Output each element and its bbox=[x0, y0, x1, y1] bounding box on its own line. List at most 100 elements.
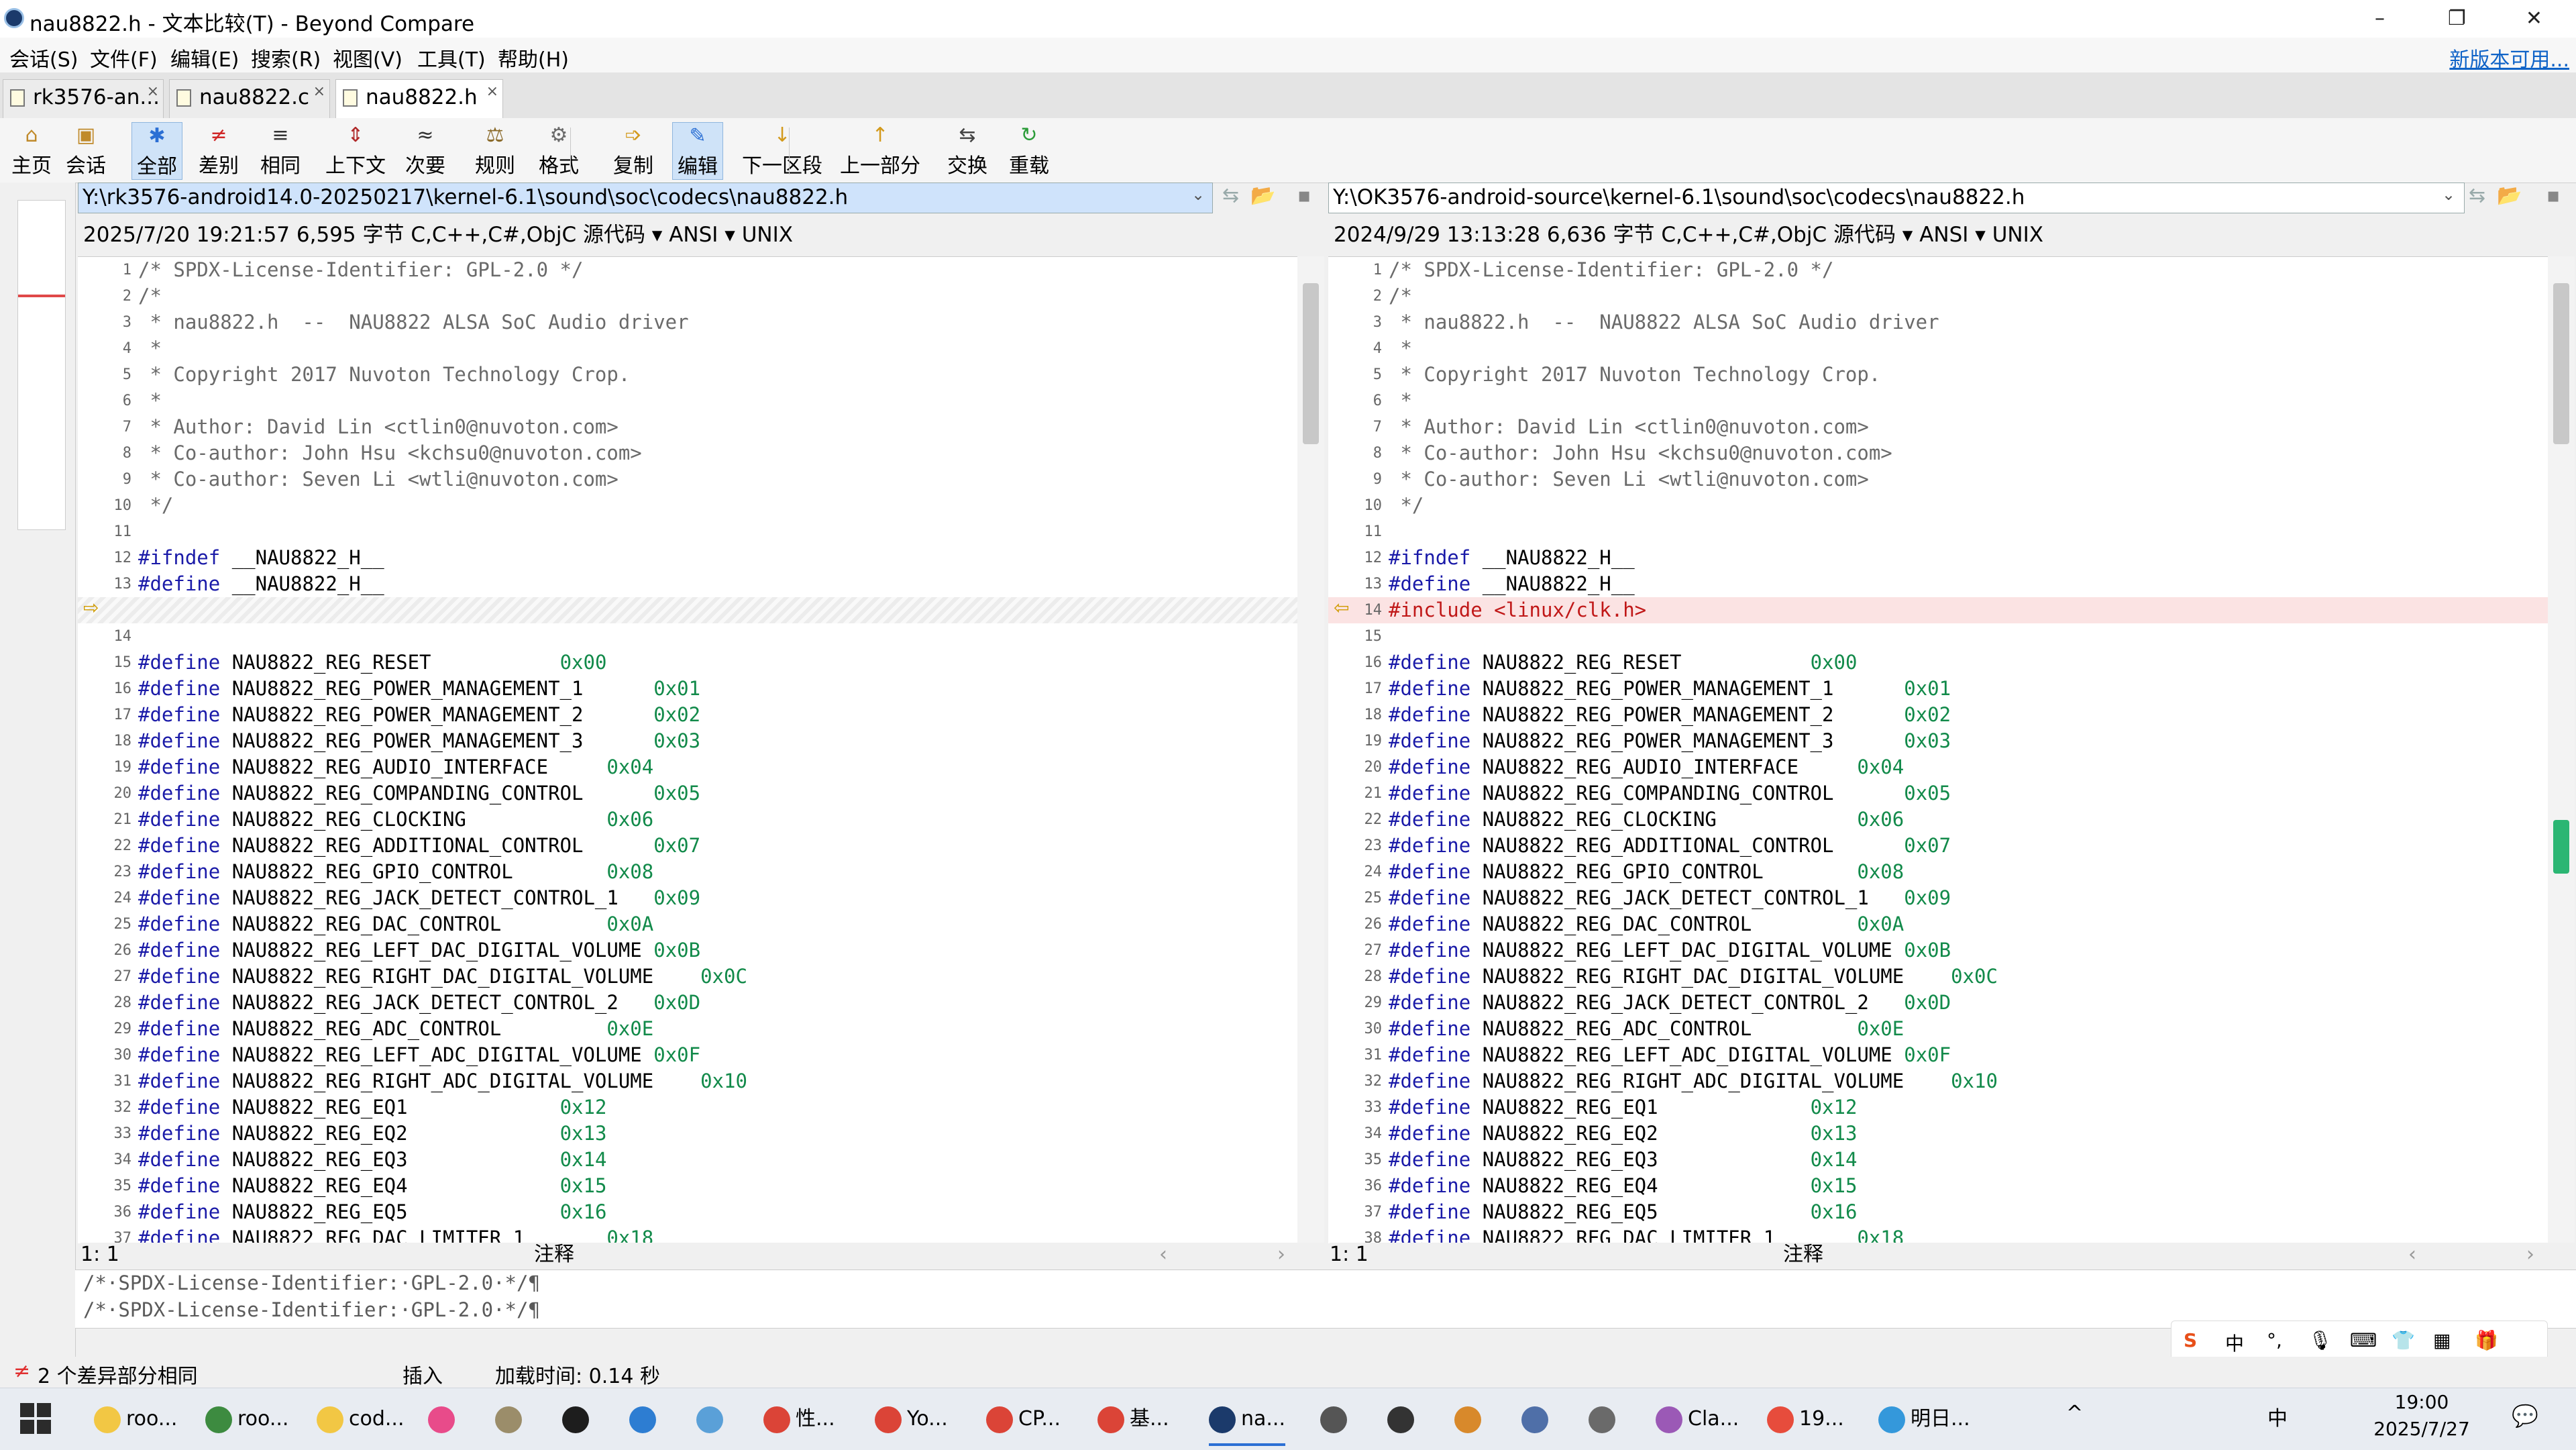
code-line[interactable]: 37 #define NAU8822_REG_EQ5 0x16 bbox=[1328, 1199, 2548, 1225]
code-line[interactable]: 23 #define NAU8822_REG_ADDITIONAL_CONTROL… bbox=[1328, 833, 2548, 859]
code-line[interactable]: 7 * Author: David Lin <ctlin0@nuvoton.co… bbox=[78, 414, 1297, 440]
code-line[interactable]: 9 * Co-author: Seven Li <wtli@nuvoton.co… bbox=[78, 466, 1297, 493]
left-save-icon[interactable]: ▪ bbox=[1297, 184, 1311, 207]
taskbar-app[interactable]: Cla... bbox=[1656, 1395, 1739, 1443]
close-tab-icon[interactable]: × bbox=[486, 74, 498, 109]
ime-button[interactable]: 🎁 bbox=[2475, 1329, 2498, 1351]
taskbar-app[interactable] bbox=[428, 1395, 460, 1443]
code-line[interactable]: 30 #define NAU8822_REG_ADC_CONTROL 0x0E bbox=[1328, 1016, 2548, 1042]
right-open-folder-icon[interactable]: 📂 bbox=[2497, 184, 2522, 207]
taskbar-app[interactable]: Yo... bbox=[875, 1395, 948, 1443]
diff-arrow-icon[interactable]: ⇦ bbox=[1334, 597, 1349, 619]
code-line[interactable]: 26 #define NAU8822_REG_LEFT_DAC_DIGITAL_V… bbox=[78, 937, 1297, 964]
overview-map[interactable] bbox=[17, 200, 66, 530]
code-line[interactable]: 1 /* SPDX-License-Identifier: GPL-2.0 */ bbox=[78, 257, 1297, 283]
toolbar-button-edit[interactable]: ✎ 编辑 bbox=[672, 122, 723, 180]
ime-button[interactable]: 🎙 bbox=[2308, 1329, 2332, 1351]
menu-session[interactable]: 会话(S) bbox=[9, 43, 78, 72]
left-vertical-scrollbar[interactable] bbox=[1297, 256, 1324, 1243]
left-open-folder-icon[interactable]: 📂 bbox=[1250, 184, 1275, 207]
right-vertical-scrollbar[interactable] bbox=[2548, 256, 2575, 1243]
code-line[interactable]: 36 #define NAU8822_REG_EQ5 0x16 bbox=[78, 1199, 1297, 1225]
code-line[interactable]: 18 #define NAU8822_REG_POWER_MANAGEMENT_2… bbox=[1328, 702, 2548, 728]
diff-line[interactable]: 14 #include <linux/clk.h> bbox=[1328, 597, 2548, 623]
taskbar-app[interactable] bbox=[562, 1395, 594, 1443]
clock-time[interactable]: 19:00 bbox=[2368, 1391, 2475, 1413]
toolbar-button-prev-section[interactable]: ↑ 上一部分 bbox=[836, 122, 924, 180]
taskbar-app[interactable] bbox=[1320, 1395, 1352, 1443]
right-save-icon[interactable]: ▪ bbox=[2546, 184, 2560, 207]
code-line[interactable]: 29 #define NAU8822_REG_JACK_DETECT_CONTRO… bbox=[1328, 990, 2548, 1016]
code-line[interactable]: 16 #define NAU8822_REG_POWER_MANAGEMENT_1… bbox=[78, 676, 1297, 702]
code-line[interactable]: 4 * bbox=[1328, 335, 2548, 362]
code-line[interactable]: 34 #define NAU8822_REG_EQ2 0x13 bbox=[1328, 1121, 2548, 1147]
code-line[interactable]: 23 #define NAU8822_REG_GPIO_CONTROL 0x08 bbox=[78, 859, 1297, 885]
code-line[interactable]: 15 #define NAU8822_REG_RESET 0x00 bbox=[78, 650, 1297, 676]
menu-search[interactable]: 搜索(R) bbox=[251, 43, 321, 72]
code-line[interactable]: 16 #define NAU8822_REG_RESET 0x00 bbox=[1328, 650, 2548, 676]
toolbar-button-all[interactable]: ✱ 全部 bbox=[131, 122, 182, 180]
code-line[interactable]: 22 #define NAU8822_REG_ADDITIONAL_CONTROL… bbox=[78, 833, 1297, 859]
code-line[interactable]: 2 /* bbox=[78, 283, 1297, 309]
right-history-icon[interactable]: ⇆ bbox=[2469, 184, 2485, 207]
diff-arrow-icon[interactable]: ⇨ bbox=[83, 597, 99, 619]
code-line[interactable]: 27 #define NAU8822_REG_RIGHT_DAC_DIGITAL_… bbox=[78, 964, 1297, 990]
input-language-indicator[interactable]: 中 bbox=[2267, 1402, 2288, 1431]
code-line[interactable]: 22 #define NAU8822_REG_CLOCKING 0x06 bbox=[1328, 807, 2548, 833]
toolbar-button-next-section[interactable]: ↓ 下一区段 bbox=[741, 122, 824, 180]
right-path-field[interactable]: Y:\OK3576-android-source\kernel-6.1\soun… bbox=[1328, 183, 2465, 213]
code-line[interactable]: 3 * nau8822.h -- NAU8822 ALSA SoC Audio … bbox=[1328, 309, 2548, 335]
taskbar-app[interactable]: CP... bbox=[986, 1395, 1061, 1443]
close-tab-icon[interactable]: × bbox=[313, 74, 325, 109]
toolbar-button-reload[interactable]: ↻ 重载 bbox=[1004, 122, 1055, 180]
diff-placeholder-line[interactable] bbox=[78, 597, 1297, 623]
toolbar-button-minor[interactable]: ≈ 次要 bbox=[400, 122, 451, 180]
left-history-icon[interactable]: ⇆ bbox=[1222, 184, 1239, 207]
toolbar-button-swap[interactable]: ⇆ 交换 bbox=[942, 122, 993, 180]
menu-view[interactable]: 视图(V) bbox=[333, 43, 402, 72]
toolbar-button-context[interactable]: ⇕ 上下文 bbox=[322, 122, 389, 180]
ime-button[interactable]: 👕 bbox=[2392, 1329, 2415, 1351]
menu-tools[interactable]: 工具(T) bbox=[417, 43, 486, 72]
code-line[interactable]: 4 * bbox=[78, 335, 1297, 362]
left-code-pane[interactable]: 1/* SPDX-License-Identifier: GPL-2.0 */2… bbox=[78, 256, 1297, 1243]
code-line[interactable]: 6 * bbox=[78, 388, 1297, 414]
right-code-pane[interactable]: 1/* SPDX-License-Identifier: GPL-2.0 */2… bbox=[1328, 256, 2548, 1243]
taskbar-app[interactable] bbox=[696, 1395, 729, 1443]
start-button[interactable] bbox=[20, 1403, 51, 1434]
code-line[interactable]: 17 #define NAU8822_REG_POWER_MANAGEMENT_2… bbox=[78, 702, 1297, 728]
toolbar-button-rules[interactable]: ⚖ 规则 bbox=[470, 122, 521, 180]
ime-button[interactable]: S bbox=[2184, 1329, 2197, 1351]
ime-button[interactable]: °, bbox=[2267, 1329, 2282, 1351]
right-hscroll-left-icon[interactable]: ‹ bbox=[2408, 1243, 2416, 1267]
taskbar-app[interactable] bbox=[495, 1395, 527, 1443]
code-line[interactable]: 3 * nau8822.h -- NAU8822 ALSA SoC Audio … bbox=[78, 309, 1297, 335]
menu-edit[interactable]: 编辑(E) bbox=[170, 43, 239, 72]
code-line[interactable]: 28 #define NAU8822_REG_RIGHT_DAC_DIGITAL_… bbox=[1328, 964, 2548, 990]
code-line[interactable]: 31 #define NAU8822_REG_LEFT_ADC_DIGITAL_V… bbox=[1328, 1042, 2548, 1068]
taskbar-app[interactable]: 性... bbox=[763, 1395, 835, 1443]
toolbar-button-session[interactable]: ▣ 会话 bbox=[59, 122, 113, 180]
ime-button[interactable]: ▦ bbox=[2433, 1329, 2451, 1351]
toolbar-button-same[interactable]: ≡ 相同 bbox=[255, 122, 306, 180]
code-line[interactable]: 31 #define NAU8822_REG_RIGHT_ADC_DIGITAL_… bbox=[78, 1068, 1297, 1094]
menu-file[interactable]: 文件(F) bbox=[90, 43, 158, 72]
code-line[interactable]: 5 * Copyright 2017 Nuvoton Technology Cr… bbox=[78, 362, 1297, 388]
code-line[interactable]: 33 #define NAU8822_REG_EQ1 0x12 bbox=[1328, 1094, 2548, 1121]
code-line[interactable]: 27 #define NAU8822_REG_LEFT_DAC_DIGITAL_V… bbox=[1328, 937, 2548, 964]
code-line[interactable]: 13 #define __NAU8822_H__ bbox=[78, 571, 1297, 597]
taskbar-app[interactable]: roo... bbox=[205, 1395, 288, 1443]
code-line[interactable]: 12 #ifndef __NAU8822_H__ bbox=[1328, 545, 2548, 571]
code-line[interactable]: 11 bbox=[1328, 519, 2548, 545]
code-line[interactable]: 8 * Co-author: John Hsu <kchsu0@nuvoton.… bbox=[1328, 440, 2548, 466]
code-line[interactable]: 19 #define NAU8822_REG_POWER_MANAGEMENT_3… bbox=[1328, 728, 2548, 754]
ime-toolbar[interactable]: S 中 °, 🎙 ⌨ 👕 ▦ 🎁 bbox=[2171, 1320, 2548, 1362]
code-line[interactable]: 37 #define NAU8822_REG_DAC_LIMITER_1 0x18 bbox=[78, 1225, 1297, 1243]
ime-button[interactable]: ⌨ bbox=[2350, 1329, 2377, 1351]
tab-rk3576[interactable]: rk3576-an... × bbox=[3, 79, 164, 118]
right-path-dropdown-icon[interactable]: ⌄ bbox=[2442, 185, 2455, 204]
toolbar-button-format[interactable]: ⚙ 格式 bbox=[529, 122, 589, 180]
code-line[interactable]: 29 #define NAU8822_REG_ADC_CONTROL 0x0E bbox=[78, 1016, 1297, 1042]
taskbar-app[interactable]: cod... bbox=[317, 1395, 405, 1443]
taskbar-app[interactable] bbox=[1589, 1395, 1621, 1443]
